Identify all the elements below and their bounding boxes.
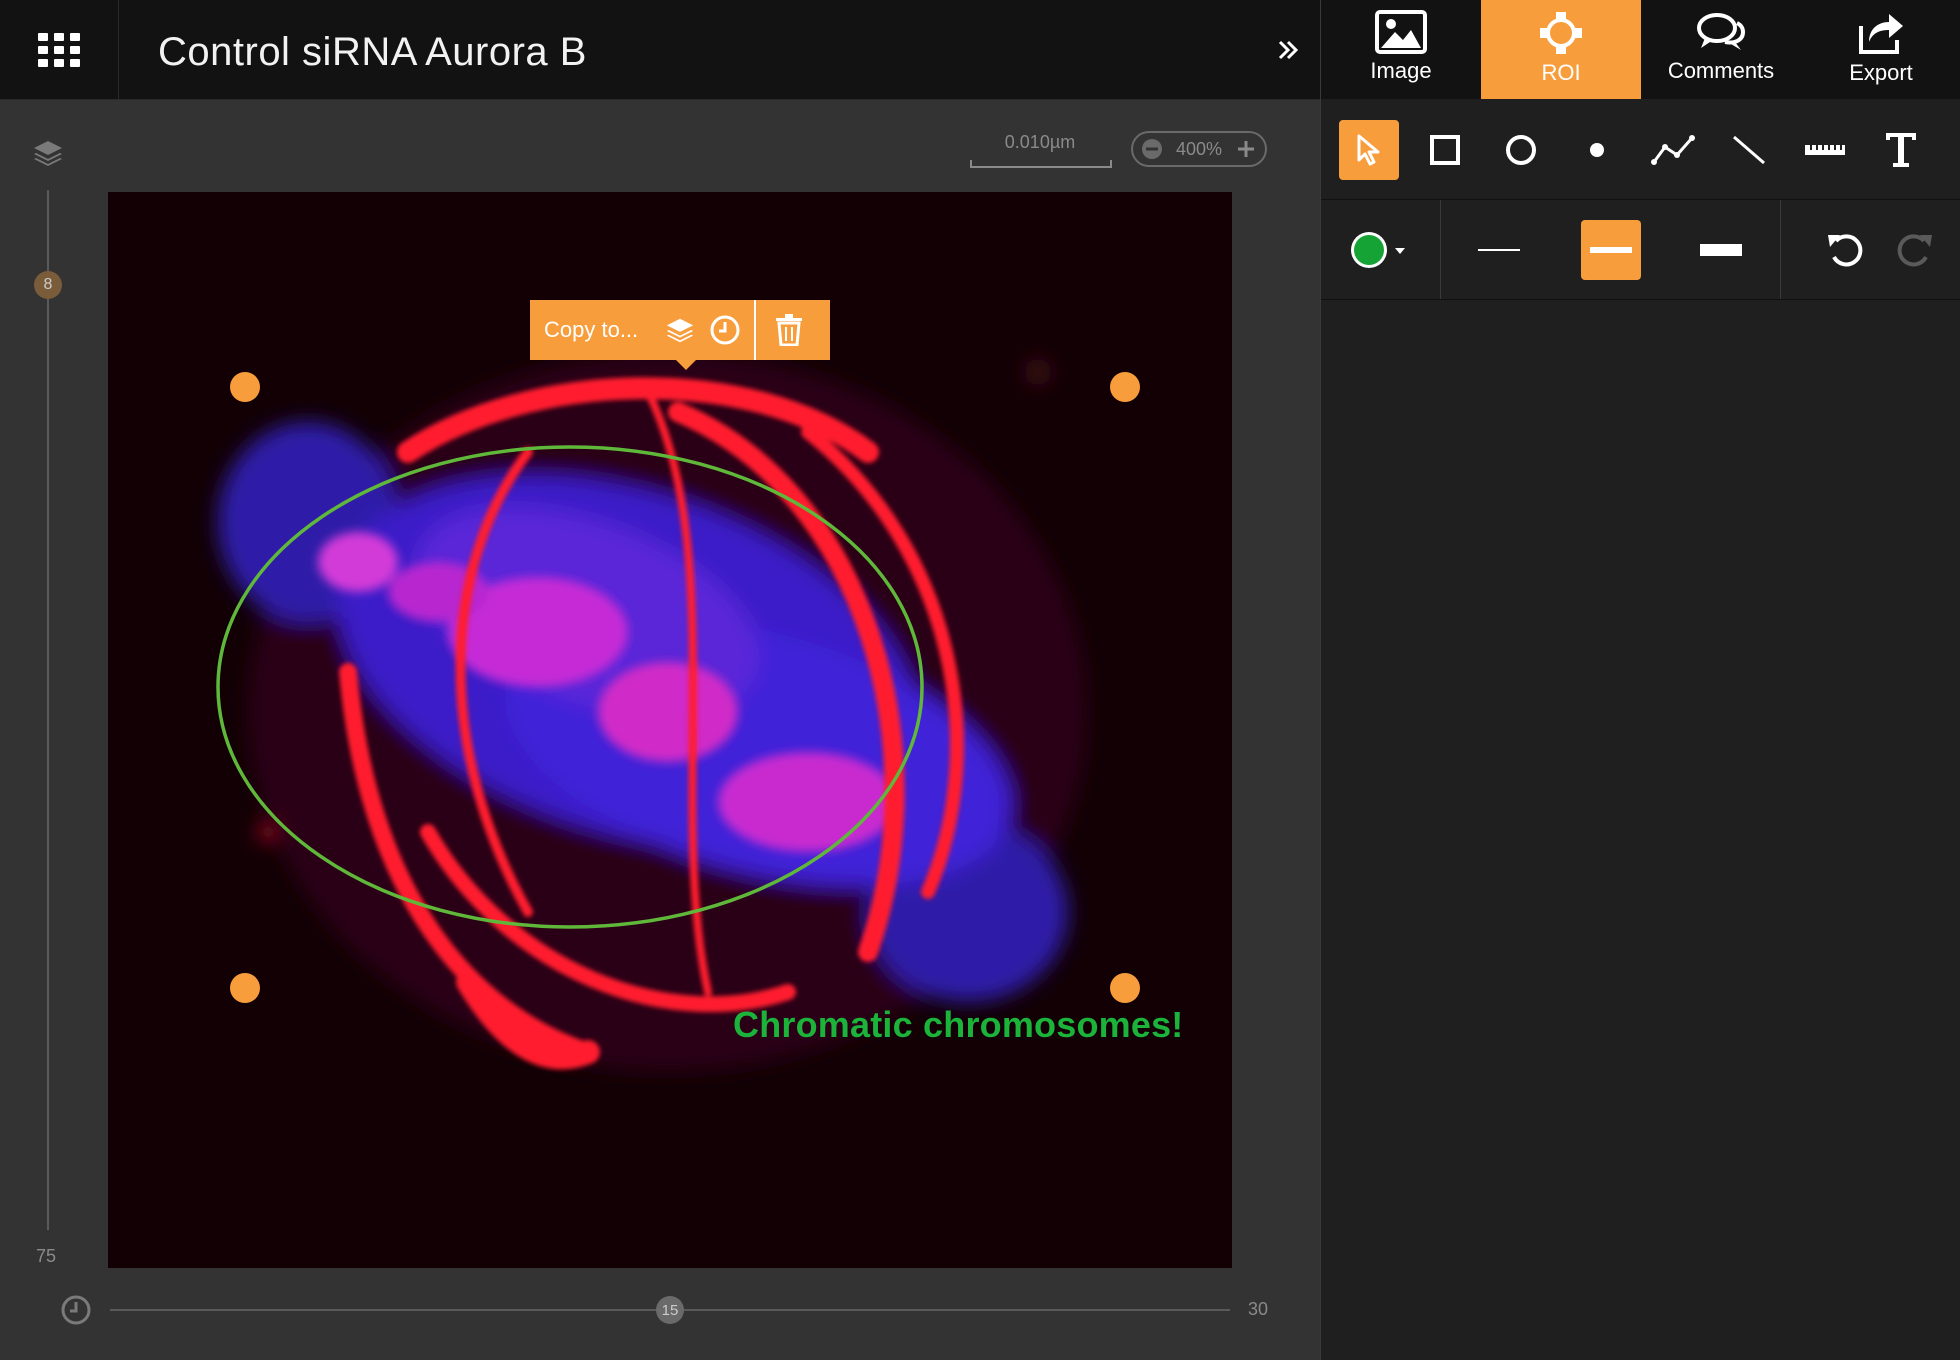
tab-comments[interactable]: Comments <box>1641 0 1801 99</box>
grid-icon <box>38 32 80 67</box>
ruler-icon <box>1805 144 1845 155</box>
roi-handle-bottom-left[interactable] <box>230 973 260 1003</box>
tab-export-label: Export <box>1849 60 1913 85</box>
ellipse-icon <box>1506 134 1536 165</box>
roi-handle-top-right[interactable] <box>1110 372 1140 402</box>
cursor-icon <box>1357 134 1380 165</box>
zoom-control: 400% <box>1131 131 1267 167</box>
scale-bar-label: 0.010µm <box>1004 132 1076 152</box>
rectangle-icon <box>1430 134 1460 165</box>
roi-text-label[interactable]: Chromatic chromosomes! <box>733 1004 1184 1046</box>
right-panel: Image ROI Comments Export <box>1320 0 1960 1360</box>
text-icon <box>1886 132 1916 167</box>
style-divider <box>1440 200 1441 299</box>
tab-export[interactable]: Export <box>1801 0 1960 99</box>
z-position-label: 8 <box>43 276 53 293</box>
expand-panel-button[interactable] <box>1264 28 1312 72</box>
line-width-medium[interactable] <box>1581 220 1641 280</box>
double-chevron-right-icon <box>1278 40 1299 60</box>
layers-icon <box>666 318 694 343</box>
redo-button[interactable] <box>1885 220 1945 280</box>
t-max-label: 30 <box>1248 1299 1269 1319</box>
color-picker[interactable] <box>1339 212 1419 288</box>
clock-icon <box>61 1295 91 1325</box>
image-title: Control siRNA Aurora B <box>158 30 587 74</box>
roi-context-popup: Copy to... <box>530 300 830 370</box>
roi-handle-top-left[interactable] <box>230 372 260 402</box>
trash-icon <box>776 314 802 346</box>
style-divider <box>1780 200 1781 299</box>
t-position-label: 15 <box>661 1301 679 1319</box>
image-icon <box>1375 10 1427 54</box>
zoom-in-button[interactable] <box>1235 138 1257 160</box>
apps-menu-button[interactable] <box>0 0 119 99</box>
layers-icon <box>34 141 62 166</box>
ellipse-tool[interactable] <box>1491 120 1551 180</box>
scale-bar-line <box>970 160 1112 168</box>
text-tool[interactable] <box>1871 120 1931 180</box>
copy-to-layers-button[interactable] <box>664 314 696 346</box>
delete-roi-button[interactable] <box>772 313 806 347</box>
plus-icon <box>1237 141 1254 157</box>
undo-button[interactable] <box>1815 220 1875 280</box>
roi-style-row <box>1321 200 1960 300</box>
redo-icon <box>1897 234 1932 267</box>
undo-icon <box>1828 234 1863 267</box>
time-toggle[interactable] <box>60 1294 92 1331</box>
tab-image-label: Image <box>1370 58 1432 83</box>
roi-icon <box>1540 12 1582 54</box>
point-icon <box>1590 142 1604 157</box>
scale-bar: 0.010µm <box>970 132 1112 168</box>
top-bar: Control siRNA Aurora B <box>0 0 1320 100</box>
export-icon <box>1859 14 1903 54</box>
copy-to-button[interactable]: Copy to... <box>530 317 656 343</box>
measure-tool[interactable] <box>1795 120 1855 180</box>
color-swatch-icon <box>1351 232 1405 268</box>
line-width-thick[interactable] <box>1691 220 1751 280</box>
minus-icon <box>1142 139 1162 159</box>
tab-roi-label: ROI <box>1541 60 1581 85</box>
popup-divider <box>754 300 756 360</box>
roi-tool-row <box>1321 100 1960 200</box>
popup-pointer <box>676 360 696 370</box>
zoom-level: 400% <box>1175 138 1223 159</box>
tab-comments-label: Comments <box>1667 58 1775 83</box>
copy-to-timepoints-button[interactable] <box>708 313 742 347</box>
z-slider-track[interactable] <box>47 190 49 1230</box>
line-width-thin[interactable] <box>1469 220 1529 280</box>
zoom-out-button[interactable] <box>1141 138 1163 160</box>
t-slider-handle[interactable]: 15 <box>656 1296 684 1324</box>
tab-roi[interactable]: ROI <box>1481 0 1641 99</box>
panel-tabs: Image ROI Comments Export <box>1321 0 1960 99</box>
roi-handle-bottom-right[interactable] <box>1110 973 1140 1003</box>
thin-line-icon <box>1478 249 1520 251</box>
line-tool[interactable] <box>1719 120 1779 180</box>
thick-line-icon <box>1700 244 1742 256</box>
tab-image[interactable]: Image <box>1321 0 1481 99</box>
polyline-icon <box>1651 134 1695 165</box>
medium-line-icon <box>1590 247 1632 253</box>
clock-icon <box>710 315 740 345</box>
comments-icon <box>1697 13 1746 50</box>
polyline-tool[interactable] <box>1643 120 1703 180</box>
point-tool[interactable] <box>1567 120 1627 180</box>
rectangle-tool[interactable] <box>1415 120 1475 180</box>
layers-toggle[interactable] <box>32 137 64 174</box>
z-slider-handle[interactable]: 8 <box>34 271 62 299</box>
line-icon <box>1733 135 1765 164</box>
z-max-label: 75 <box>36 1246 57 1266</box>
select-tool[interactable] <box>1339 119 1399 180</box>
